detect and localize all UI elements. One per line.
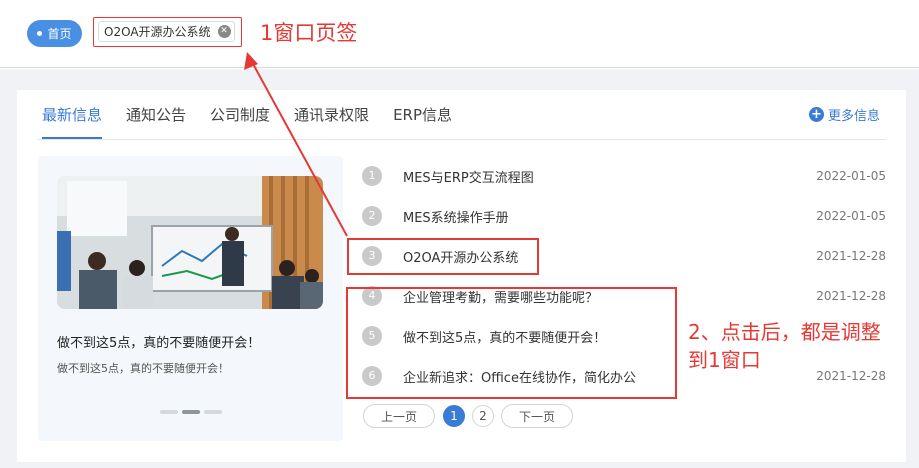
item-title[interactable]: MES系统操作手册 bbox=[403, 207, 509, 226]
prev-page-button[interactable]: 上一页 bbox=[363, 404, 435, 428]
list-item[interactable]: 1 MES与ERP交互流程图 2022-01-05 bbox=[362, 164, 887, 188]
item-date: 2021-12-28 bbox=[816, 249, 886, 263]
annotation-note-line-2: 到1窗口 bbox=[688, 348, 761, 372]
tab-notices[interactable]: 通知公告 bbox=[126, 103, 186, 127]
category-tabs: 最新信息 通知公告 公司制度 通讯录权限 ERP信息 bbox=[42, 103, 476, 139]
tab-divider bbox=[37, 139, 886, 140]
carousel-indicators bbox=[160, 410, 222, 414]
plus-icon: + bbox=[809, 107, 824, 122]
tab-latest[interactable]: 最新信息 bbox=[42, 103, 103, 139]
dot-icon bbox=[37, 31, 43, 36]
annotation-box-item-3 bbox=[347, 238, 539, 275]
annotation-box-tab: O2OA开源办公系统 ✕ bbox=[93, 17, 242, 47]
next-page-button[interactable]: 下一页 bbox=[501, 404, 573, 428]
home-tab[interactable]: 首页 bbox=[27, 20, 82, 47]
annotation-note: 2、点击后，都是调整 到1窗口 bbox=[688, 318, 881, 374]
carousel-dot-1[interactable] bbox=[160, 410, 178, 414]
home-tab-label: 首页 bbox=[47, 27, 72, 41]
page-2-button[interactable]: 2 bbox=[472, 405, 494, 427]
item-date: 2022-01-05 bbox=[816, 169, 886, 183]
pagination: 上一页 1 2 下一页 bbox=[363, 404, 573, 428]
open-tab-label: O2OA开源办公系统 bbox=[104, 25, 211, 39]
card-subtitle: 做不到这5点，真的不要随便开会！ bbox=[57, 362, 229, 375]
tab-directory[interactable]: 通讯录权限 bbox=[294, 103, 369, 127]
annotation-box-items-4-6 bbox=[346, 287, 677, 399]
more-info-link[interactable]: + 更多信息 bbox=[809, 105, 880, 124]
annotation-note-line-1: 2、点击后，都是调整 bbox=[688, 320, 881, 344]
meeting-illustration bbox=[57, 176, 323, 309]
open-window-tab[interactable]: O2OA开源办公系统 ✕ bbox=[98, 21, 235, 42]
tab-policies[interactable]: 公司制度 bbox=[210, 103, 270, 127]
list-item[interactable]: 2 MES系统操作手册 2022-01-05 bbox=[362, 204, 887, 228]
carousel-dot-2[interactable] bbox=[182, 410, 200, 414]
annotation-window-tab: 1窗口页签 bbox=[260, 21, 358, 45]
item-number: 1 bbox=[362, 166, 382, 186]
tab-erp[interactable]: ERP信息 bbox=[393, 103, 452, 127]
carousel-dot-3[interactable] bbox=[204, 410, 222, 414]
meeting-photo[interactable] bbox=[57, 176, 323, 309]
page-1-button[interactable]: 1 bbox=[443, 405, 465, 427]
item-date: 2022-01-05 bbox=[816, 209, 886, 223]
more-info-label: 更多信息 bbox=[828, 109, 881, 124]
close-icon[interactable]: ✕ bbox=[217, 25, 231, 38]
item-title[interactable]: MES与ERP交互流程图 bbox=[403, 167, 534, 186]
tab-bar: 首页 O2OA开源办公系统 ✕ 1窗口页签 bbox=[0, 0, 919, 68]
item-number: 2 bbox=[362, 206, 382, 226]
card-title[interactable]: 做不到这5点，真的不要随便开会！ bbox=[57, 332, 260, 351]
item-date: 2021-12-28 bbox=[816, 289, 886, 303]
